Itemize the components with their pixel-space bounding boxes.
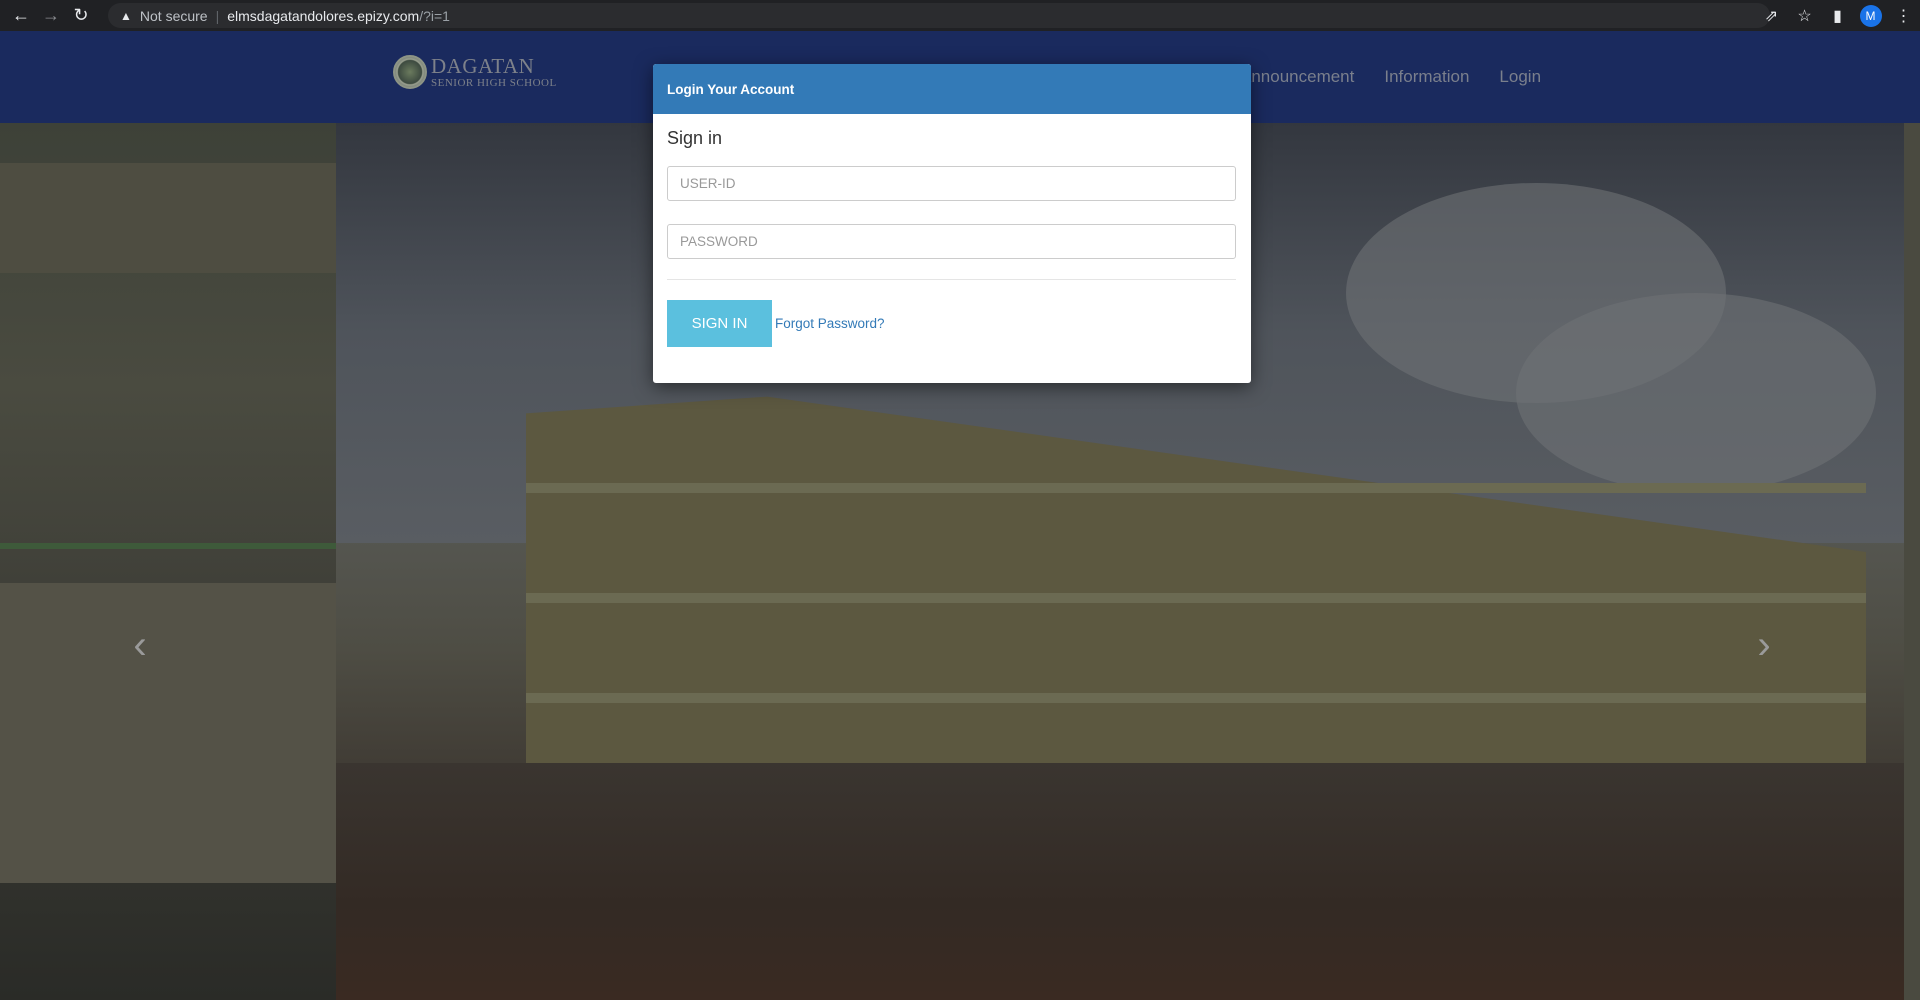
warning-icon[interactable]: ▲ — [120, 9, 132, 23]
reload-icon[interactable]: ↻ — [66, 0, 96, 31]
login-modal: Login Your Account Sign in SIGN IN Forgo… — [653, 64, 1251, 383]
url-host[interactable]: elmsdagatandolores.epizy.com — [227, 8, 419, 24]
kebab-menu-icon[interactable]: ⋮ — [1887, 0, 1920, 31]
address-bar[interactable]: ▲ Not secure | elmsdagatandolores.epizy.… — [108, 3, 1770, 28]
building-floor — [526, 593, 1866, 603]
site-nav: Announcement Information Login — [1240, 31, 1571, 123]
sign-in-title: Sign in — [667, 128, 723, 148]
building-wall — [0, 583, 336, 883]
previous-slide-image — [0, 123, 336, 1000]
user-id-input[interactable] — [667, 166, 1236, 201]
building-floor — [526, 693, 1866, 703]
cloud — [1516, 293, 1876, 493]
forward-icon[interactable]: → — [36, 0, 66, 31]
modal-body: Sign in SIGN IN Forgot Password? — [653, 114, 1251, 347]
logo-line2: SENIOR HIGH SCHOOL — [431, 76, 557, 89]
site-logo[interactable]: DAGATAN SENIOR HIGH SCHOOL — [393, 55, 557, 89]
browser-actions: ⇗ ☆ ▮ M ⋮ — [1755, 0, 1920, 31]
balcony-rail — [0, 543, 336, 549]
forgot-password-link[interactable]: Forgot Password? — [775, 316, 885, 331]
side-panel-icon[interactable]: ▮ — [1821, 0, 1854, 31]
nav-information[interactable]: Information — [1384, 67, 1469, 87]
avatar[interactable]: M — [1859, 4, 1882, 27]
back-icon[interactable]: ← — [6, 0, 36, 31]
form-actions: SIGN IN Forgot Password? — [667, 300, 1237, 347]
share-icon[interactable]: ⇗ — [1755, 0, 1788, 31]
ground — [336, 763, 1904, 1000]
building-floor — [526, 483, 1866, 493]
next-slide-image — [1904, 123, 1920, 1000]
logo-line1: DAGATAN — [431, 53, 535, 78]
url-separator: | — [215, 7, 220, 24]
sign-in-button[interactable]: SIGN IN — [667, 300, 772, 347]
chevron-right-icon[interactable]: › — [1744, 623, 1784, 668]
nav-announcement[interactable]: Announcement — [1240, 67, 1354, 87]
modal-header: Login Your Account — [653, 64, 1251, 114]
browser-toolbar: ← → ↻ ▲ Not secure | elmsdagatandolores.… — [0, 0, 1920, 31]
school-seal-icon — [393, 55, 427, 89]
chevron-left-icon[interactable]: ‹ — [120, 623, 160, 668]
profile-button[interactable]: M — [1854, 0, 1887, 31]
star-icon[interactable]: ☆ — [1788, 0, 1821, 31]
building-wall — [0, 163, 336, 273]
security-label[interactable]: Not secure — [140, 8, 208, 24]
form-divider — [667, 279, 1236, 280]
password-input[interactable] — [667, 224, 1236, 259]
url-path[interactable]: /?i=1 — [419, 8, 450, 24]
nav-login[interactable]: Login — [1499, 67, 1541, 87]
logo-text: DAGATAN SENIOR HIGH SCHOOL — [431, 53, 557, 89]
